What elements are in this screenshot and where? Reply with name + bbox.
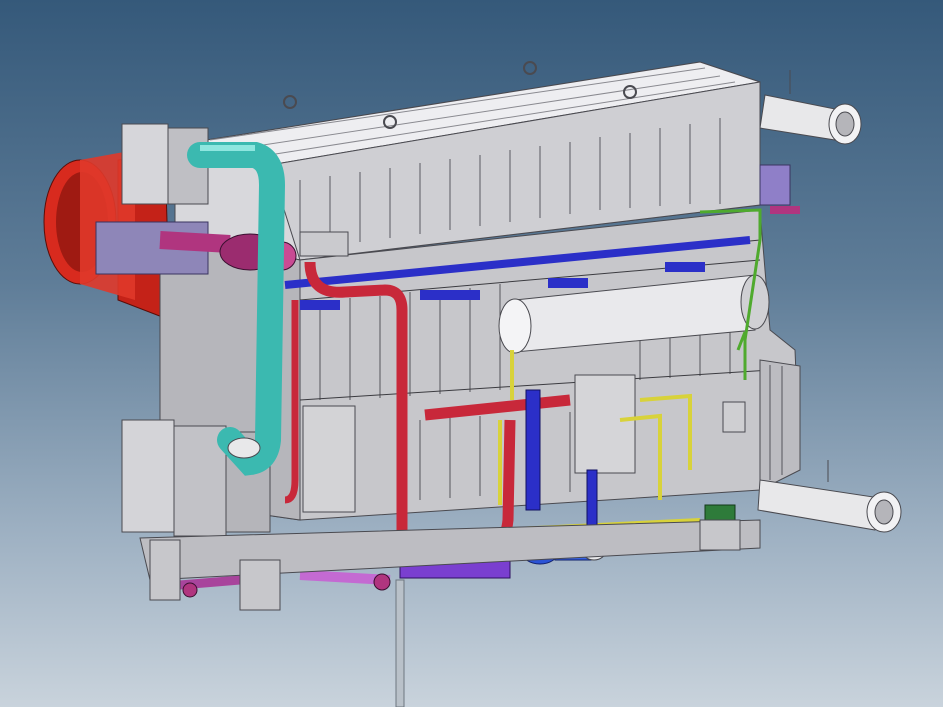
- outlet-pipe-top-right[interactable]: [759, 70, 862, 145]
- support-post: [395, 579, 405, 707]
- side-connector[interactable]: [759, 164, 791, 206]
- right-end-box[interactable]: [759, 359, 801, 491]
- lower-water-box[interactable]: [121, 419, 271, 537]
- cad-viewport[interactable]: [0, 0, 943, 707]
- chiller-3d-model[interactable]: [0, 0, 943, 707]
